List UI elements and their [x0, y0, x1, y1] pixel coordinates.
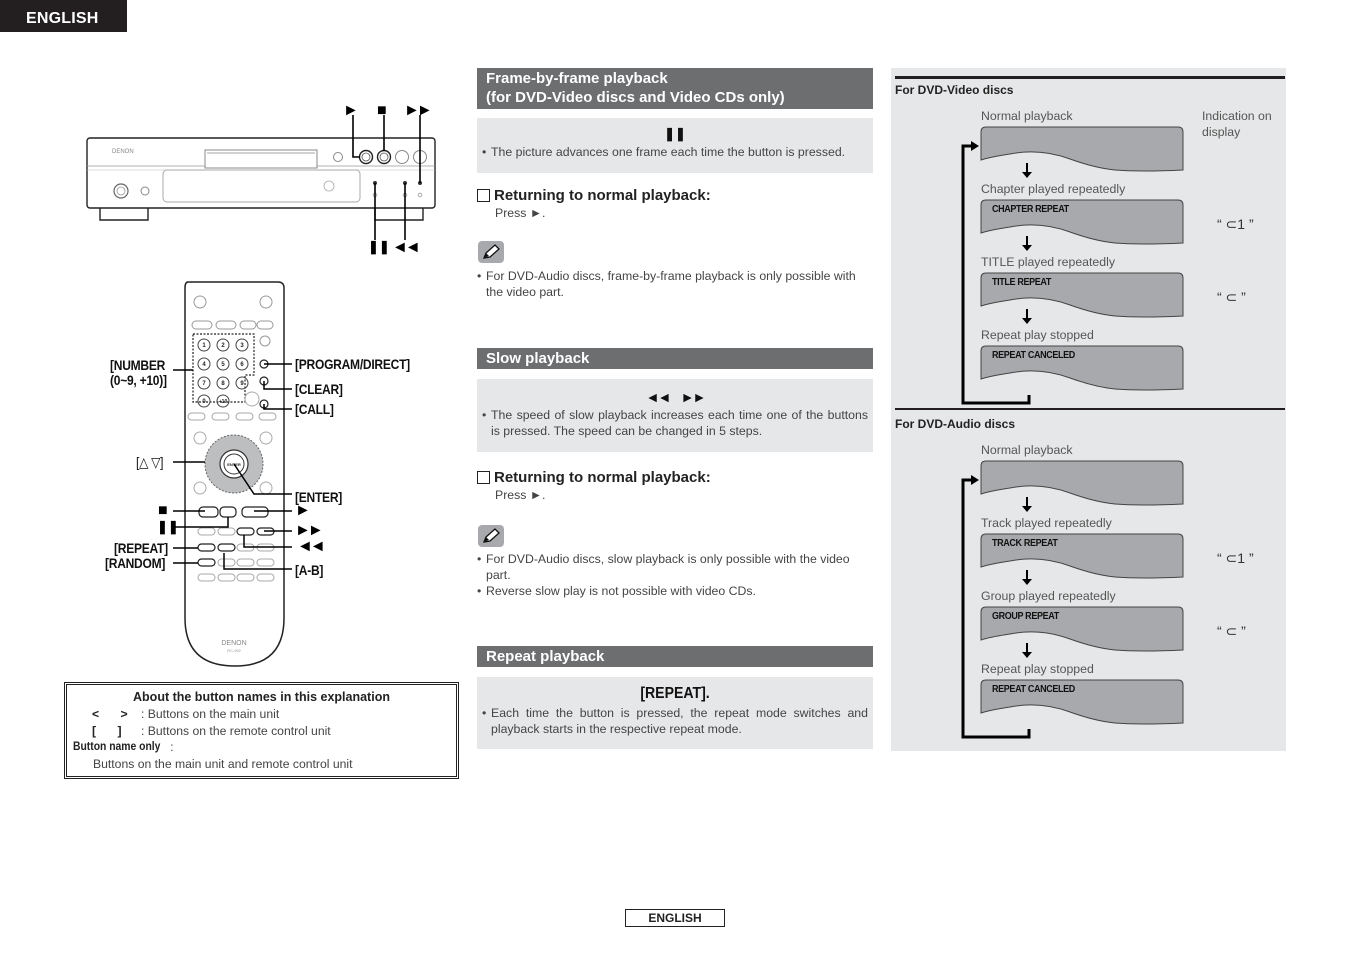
random-callout: [RANDOM] [105, 555, 166, 571]
note-pencil-icon [478, 525, 504, 547]
remote-stop-callout: ■ [158, 502, 168, 519]
info-row-keys: [ ] [92, 723, 122, 738]
section-header-repeat: Repeat playback [477, 646, 873, 667]
repeat-instruction-box: [REPEAT]. • Each time the button is press… [477, 677, 873, 749]
cursor-callout: [△ ▽] [136, 454, 164, 470]
info-row-button-name-only: Button name only : [73, 739, 450, 756]
frame-by-frame-instruction-box: ❚❚ • The picture advances one frame each … [477, 118, 873, 173]
repeat-modes-panel: For DVD-Video discs Indication on displa… [891, 68, 1286, 751]
clear-callout: [CLEAR] [295, 381, 343, 397]
loop-back-arrow-icon [961, 475, 1031, 739]
button-name-only-colon: : [170, 740, 174, 754]
button-name-only-label: Button name only [73, 741, 161, 753]
remote-fast-forward-callout: ►► [295, 522, 324, 539]
indication-on-display-header: Indication on display [1202, 109, 1272, 139]
remote-play-callout: ► [295, 502, 311, 519]
bullet-item: • The speed of slow playback increases ea… [482, 408, 868, 438]
slow-instruction-box: ◄◄ ►► • The speed of slow playback increa… [477, 379, 873, 452]
info-box-title: About the button names in this explanati… [133, 690, 390, 704]
section-title-line1: Frame-by-frame playback [486, 70, 668, 87]
section-header-frame-by-frame: Frame-by-frame playback (for DVD-Video d… [477, 68, 873, 109]
section-rule [895, 408, 1285, 410]
remote-leader-lines [173, 363, 292, 570]
footer-language-label: ENGLISH [625, 909, 725, 927]
step-label: Normal playback [981, 109, 1073, 123]
rewind-ff-button-symbols: ◄◄ ►► [645, 389, 707, 405]
button-name-only-desc: Buttons on the main unit and remote cont… [93, 756, 353, 771]
returning-heading-1: Returning to normal playback: [477, 187, 711, 204]
press-play-text: Press ►. [495, 488, 546, 502]
repeat-button-label: [REPEAT]. [640, 685, 710, 702]
direct-label: /DIRECT] [359, 356, 410, 372]
info-row-keys: < > [92, 707, 128, 721]
note-item: • Reverse slow play is not possible with … [477, 584, 756, 598]
note-item: • For DVD-Audio discs, slow playback is o… [477, 552, 850, 582]
returning-heading-text: Returning to normal playback: [494, 187, 711, 204]
repeat-callout: [REPEAT] [114, 540, 168, 556]
info-row-main-unit: < > : Buttons on the main unit [73, 706, 450, 723]
dvd-video-title: For DVD-Video discs [895, 83, 1014, 97]
bullet-item: • The picture advances one frame each tim… [482, 145, 846, 159]
step-label: Normal playback [981, 443, 1073, 457]
section-rule [895, 76, 1285, 79]
press-play-text: Press ►. [495, 206, 546, 220]
returning-heading-2: Returning to normal playback: [477, 469, 711, 486]
note-pencil-icon [478, 241, 504, 263]
program-label: [PROGRAM [295, 356, 360, 372]
repeat-indicator: “ ⊂1 ” [1217, 216, 1254, 232]
call-callout: [CALL] [295, 401, 334, 417]
button-names-info-box: About the button names in this explanati… [64, 682, 459, 779]
section-header-slow: Slow playback [477, 348, 873, 369]
info-row-desc: : Buttons on the main unit [141, 707, 280, 721]
section-title-line2: (for DVD-Video discs and Video CDs only) [486, 89, 785, 106]
a-b-callout: [A-B] [295, 562, 324, 578]
pause-button-symbol: ❚❚ [664, 126, 686, 141]
checkbox-bullet-icon [477, 189, 490, 202]
info-row-desc: : Buttons on the remote control unit [141, 723, 331, 738]
info-row-remote: [ ] : Buttons on the remote control unit [73, 723, 450, 740]
bullet-item: • Each time the button is pressed, the re… [482, 706, 868, 736]
dvd-audio-title: For DVD-Audio discs [895, 417, 1016, 431]
remote-rewind-callout: ◄◄ [297, 538, 326, 555]
returning-heading-text: Returning to normal playback: [494, 469, 711, 486]
repeat-indicator: “ ⊂1 ” [1217, 550, 1254, 566]
number-callout: [NUMBER [110, 357, 166, 373]
loop-back-arrow-icon [961, 141, 1031, 405]
frame-by-frame-notes: • For DVD-Audio discs, frame-by-frame pla… [477, 268, 873, 300]
number-range-callout: (0~9, +10)] [110, 372, 167, 388]
checkbox-bullet-icon [477, 471, 490, 484]
program-direct-callout: [PROGRAM/DIRECT] [295, 356, 410, 372]
slow-notes: • For DVD-Audio discs, slow playback is o… [477, 551, 873, 599]
repeat-indicator: “ ⊂ ” [1217, 623, 1246, 639]
note-item: • For DVD-Audio discs, frame-by-frame pla… [477, 269, 856, 299]
remote-pause-callout: ❚❚ [157, 519, 179, 534]
repeat-indicator: “ ⊂ ” [1217, 289, 1246, 305]
